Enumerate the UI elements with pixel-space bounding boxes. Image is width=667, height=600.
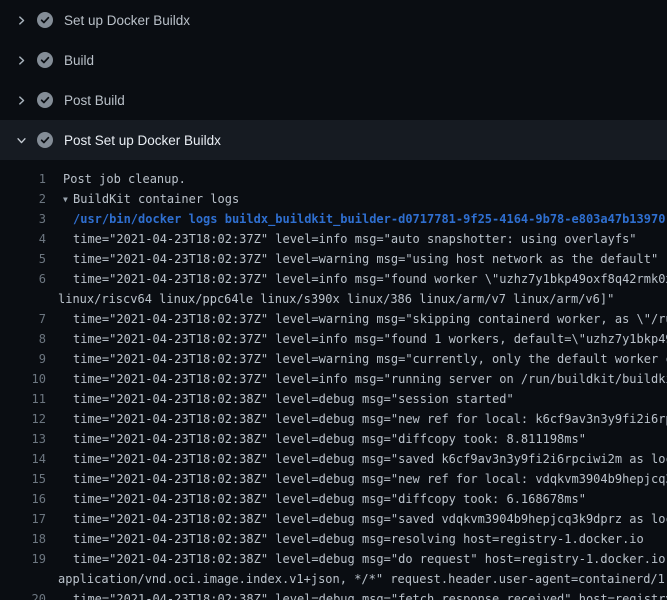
log-line-number[interactable]: 9	[0, 349, 46, 369]
chevron-right-icon	[13, 52, 29, 68]
log-line-text: time="2021-04-23T18:02:37Z" level=warnin…	[58, 349, 667, 369]
log-line-number[interactable]: 2	[0, 189, 46, 209]
log-line: 14 time="2021-04-23T18:02:38Z" level=deb…	[0, 449, 667, 469]
log-line-number[interactable]: 16	[0, 489, 46, 509]
log-line-text: time="2021-04-23T18:02:37Z" level=info m…	[58, 269, 667, 289]
log-line: 19 time="2021-04-23T18:02:38Z" level=deb…	[0, 549, 667, 569]
log-group-toggle-icon[interactable]: ▼	[63, 190, 73, 209]
log-line-text: ▼BuildKit container logs	[58, 189, 667, 209]
check-circle-icon	[37, 132, 53, 148]
log-line: application/vnd.oci.image.index.v1+json,…	[0, 569, 667, 589]
log-line: 7 time="2021-04-23T18:02:37Z" level=warn…	[0, 309, 667, 329]
log-line-number[interactable]: 7	[0, 309, 46, 329]
step-list: Set up Docker Buildx Build Post Build Po…	[0, 0, 667, 160]
log-line-number[interactable]: 12	[0, 409, 46, 429]
log-viewer: 1 Post job cleanup. 2 ▼BuildKit containe…	[0, 160, 667, 600]
log-line-text: time="2021-04-23T18:02:38Z" level=debug …	[58, 429, 667, 449]
log-line-number[interactable]: 1	[0, 169, 46, 189]
check-circle-icon	[37, 12, 53, 28]
log-line-text: Post job cleanup.	[58, 169, 667, 189]
log-line-text: time="2021-04-23T18:02:38Z" level=debug …	[58, 389, 667, 409]
log-line: 17 time="2021-04-23T18:02:38Z" level=deb…	[0, 509, 667, 529]
log-line-number[interactable]: 17	[0, 509, 46, 529]
log-line-text: time="2021-04-23T18:02:37Z" level=info m…	[58, 369, 667, 389]
log-line: 1 Post job cleanup.	[0, 169, 667, 189]
log-line: 12 time="2021-04-23T18:02:38Z" level=deb…	[0, 409, 667, 429]
log-line-text: time="2021-04-23T18:02:38Z" level=debug …	[58, 449, 667, 469]
log-line: linux/riscv64 linux/ppc64le linux/s390x …	[0, 289, 667, 309]
log-line-text: time="2021-04-23T18:02:38Z" level=debug …	[58, 529, 667, 549]
log-line: 4 time="2021-04-23T18:02:37Z" level=info…	[0, 229, 667, 249]
log-line-text: time="2021-04-23T18:02:37Z" level=warnin…	[58, 309, 667, 329]
log-line-text: time="2021-04-23T18:02:37Z" level=info m…	[58, 229, 667, 249]
log-line: 18 time="2021-04-23T18:02:38Z" level=deb…	[0, 529, 667, 549]
step-label: Post Set up Docker Buildx	[64, 133, 221, 148]
log-line-number[interactable]: 11	[0, 389, 46, 409]
log-line-text: time="2021-04-23T18:02:38Z" level=debug …	[58, 469, 667, 489]
log-line-text: time="2021-04-23T18:02:37Z" level=info m…	[58, 329, 667, 349]
step-label: Build	[64, 53, 94, 68]
log-line: 11 time="2021-04-23T18:02:38Z" level=deb…	[0, 389, 667, 409]
log-line: 10 time="2021-04-23T18:02:37Z" level=inf…	[0, 369, 667, 389]
log-line: 5 time="2021-04-23T18:02:37Z" level=warn…	[0, 249, 667, 269]
log-line: 6 time="2021-04-23T18:02:37Z" level=info…	[0, 269, 667, 289]
step-header-set-up-docker-buildx[interactable]: Set up Docker Buildx	[0, 0, 667, 40]
log-line-text: time="2021-04-23T18:02:38Z" level=debug …	[58, 489, 667, 509]
check-circle-icon	[37, 52, 53, 68]
log-line-number[interactable]: 3	[0, 209, 46, 229]
log-line: 16 time="2021-04-23T18:02:38Z" level=deb…	[0, 489, 667, 509]
log-line-text: time="2021-04-23T18:02:38Z" level=debug …	[58, 409, 667, 429]
log-line: 13 time="2021-04-23T18:02:38Z" level=deb…	[0, 429, 667, 449]
log-line-number[interactable]: 20	[0, 589, 46, 600]
step-header-build[interactable]: Build	[0, 40, 667, 80]
step-label: Post Build	[64, 93, 125, 108]
log-line-number[interactable]: 18	[0, 529, 46, 549]
step-header-post-build[interactable]: Post Build	[0, 80, 667, 120]
log-group-label: BuildKit container logs	[73, 192, 239, 206]
log-line: 15 time="2021-04-23T18:02:38Z" level=deb…	[0, 469, 667, 489]
log-line: 3 /usr/bin/docker logs buildx_buildkit_b…	[0, 209, 667, 229]
log-line-number[interactable]: 13	[0, 429, 46, 449]
log-line-text: /usr/bin/docker logs buildx_buildkit_bui…	[58, 209, 667, 229]
log-line-number[interactable]: 6	[0, 269, 46, 289]
log-line-number[interactable]: 10	[0, 369, 46, 389]
chevron-right-icon	[13, 92, 29, 108]
check-circle-icon	[37, 92, 53, 108]
log-line-text: time="2021-04-23T18:02:38Z" level=debug …	[58, 589, 667, 600]
log-line-number[interactable]: 19	[0, 549, 46, 569]
log-line-text: application/vnd.oci.image.index.v1+json,…	[58, 569, 667, 589]
log-line-number[interactable]	[0, 569, 46, 589]
workflow-log-panel: Set up Docker Buildx Build Post Build Po…	[0, 0, 667, 600]
log-line-text: time="2021-04-23T18:02:37Z" level=warnin…	[58, 249, 667, 269]
log-line-text: linux/riscv64 linux/ppc64le linux/s390x …	[58, 289, 667, 309]
log-line-text: time="2021-04-23T18:02:38Z" level=debug …	[58, 509, 667, 529]
log-line: 9 time="2021-04-23T18:02:37Z" level=warn…	[0, 349, 667, 369]
log-line-number[interactable]	[0, 289, 46, 309]
log-line-number[interactable]: 14	[0, 449, 46, 469]
log-line: 2 ▼BuildKit container logs	[0, 189, 667, 209]
log-line-number[interactable]: 4	[0, 229, 46, 249]
step-header-post-set-up-docker-buildx[interactable]: Post Set up Docker Buildx	[0, 120, 667, 160]
log-line: 20 time="2021-04-23T18:02:38Z" level=deb…	[0, 589, 667, 600]
log-line-number[interactable]: 5	[0, 249, 46, 269]
log-line-number[interactable]: 15	[0, 469, 46, 489]
chevron-down-icon	[13, 132, 29, 148]
step-label: Set up Docker Buildx	[64, 13, 190, 28]
chevron-right-icon	[13, 12, 29, 28]
log-line-number[interactable]: 8	[0, 329, 46, 349]
log-line-text: time="2021-04-23T18:02:38Z" level=debug …	[58, 549, 667, 569]
log-line: 8 time="2021-04-23T18:02:37Z" level=info…	[0, 329, 667, 349]
